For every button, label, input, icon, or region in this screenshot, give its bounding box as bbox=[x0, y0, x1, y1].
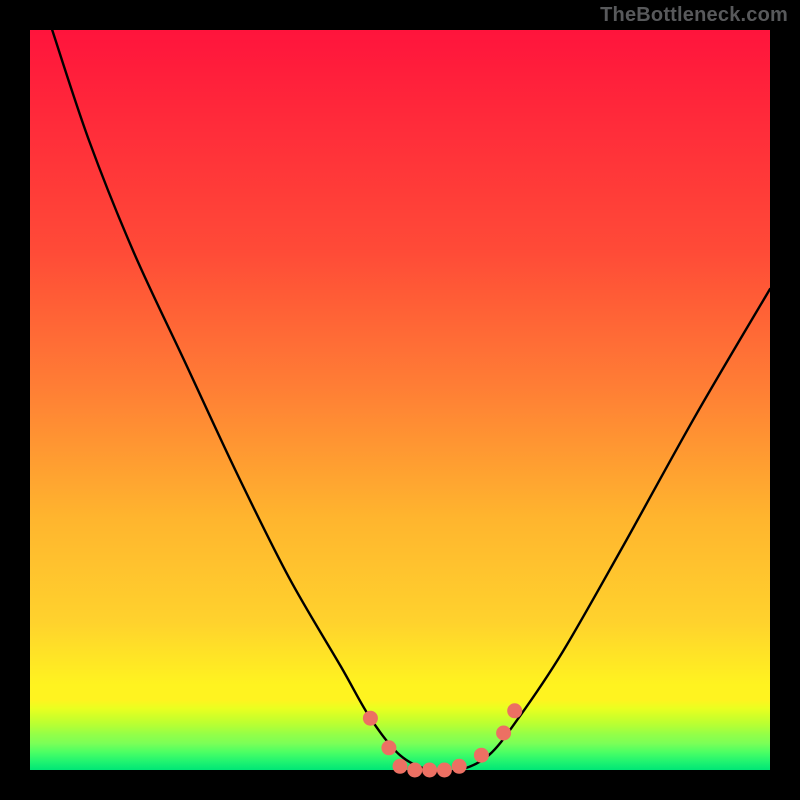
curve-marker bbox=[407, 763, 422, 778]
curve-marker bbox=[381, 740, 396, 755]
curve-marker bbox=[422, 763, 437, 778]
curve-marker bbox=[437, 763, 452, 778]
heat-background bbox=[30, 30, 770, 770]
curve-marker bbox=[363, 711, 378, 726]
curve-marker bbox=[452, 759, 467, 774]
curve-marker bbox=[393, 759, 408, 774]
attribution-watermark: TheBottleneck.com bbox=[600, 4, 788, 27]
curve-marker bbox=[496, 726, 511, 741]
bottleneck-chart bbox=[0, 0, 800, 800]
curve-marker bbox=[507, 703, 522, 718]
chart-frame: TheBottleneck.com bbox=[0, 0, 800, 800]
curve-marker bbox=[474, 748, 489, 763]
